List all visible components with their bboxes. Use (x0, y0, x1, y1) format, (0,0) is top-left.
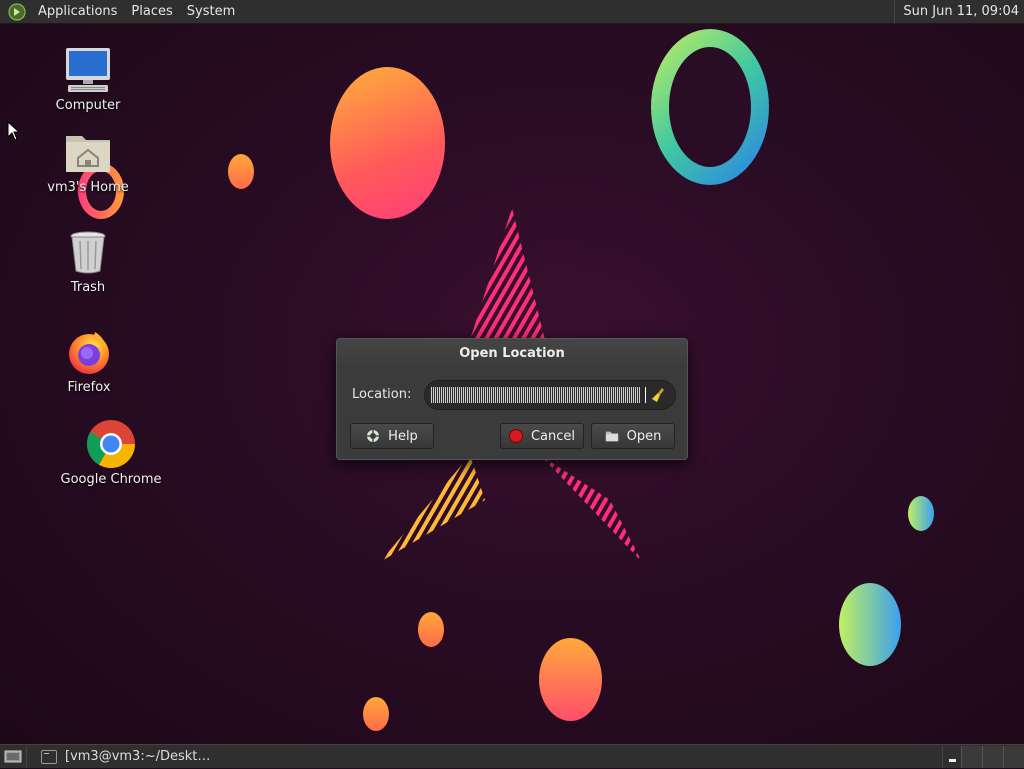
chrome-icon (85, 418, 137, 470)
open-button[interactable]: Open (591, 423, 675, 449)
menu-system[interactable]: System (180, 0, 242, 24)
open-folder-icon (605, 429, 619, 443)
show-desktop-icon (4, 750, 22, 762)
wallpaper-orange-ellipse (330, 67, 445, 219)
desktop-icon-firefox[interactable]: Firefox (29, 326, 149, 395)
menu-places[interactable]: Places (124, 0, 179, 24)
cancel-button[interactable]: Cancel (500, 423, 584, 449)
firefox-icon (63, 326, 115, 378)
dialog-title: Open Location (337, 339, 687, 369)
desktop-icon-chrome[interactable]: Google Chrome (51, 418, 171, 487)
cancel-stop-icon (508, 429, 523, 443)
mate-logo-icon[interactable] (7, 2, 27, 22)
mouse-pointer-icon (7, 121, 21, 141)
bottom-panel: [vm3@vm3:~/Deskt… (0, 744, 1024, 768)
workspace-1[interactable] (961, 746, 982, 768)
wallpaper-blue-large-ellipse (839, 583, 901, 666)
location-input[interactable] (431, 387, 641, 403)
wallpaper-blue-ellipse (908, 496, 934, 531)
location-field[interactable] (424, 380, 676, 410)
wallpaper-orange-tiny (363, 697, 389, 731)
desktop-icon-home[interactable]: vm3's Home (28, 126, 148, 195)
wallpaper-orange-small (418, 612, 444, 647)
clear-broom-icon[interactable] (651, 387, 667, 403)
wallpaper-gradient-ring (651, 29, 769, 185)
open-button-label: Open (626, 428, 662, 444)
desktop-icon-label: Firefox (67, 380, 111, 395)
show-desktop-button[interactable] (0, 745, 27, 768)
desktop-icon-label: Computer (55, 98, 121, 113)
workspace-3[interactable] (1003, 746, 1024, 768)
desktop-icon-trash[interactable]: Trash (28, 226, 148, 295)
taskbar-terminal-button[interactable]: [vm3@vm3:~/Deskt… (33, 746, 218, 768)
menu-applications[interactable]: Applications (31, 0, 124, 24)
clock[interactable]: Sun Jun 11, 09:04 (894, 0, 1019, 24)
desktop-icon-label: Google Chrome (60, 472, 162, 487)
wallpaper-orange-medium (539, 638, 602, 721)
desktop-icon-label: vm3's Home (47, 180, 129, 195)
text-cursor (645, 387, 646, 403)
workspace-2[interactable] (982, 746, 1003, 768)
system-tray (942, 745, 1024, 769)
cancel-button-label: Cancel (530, 428, 576, 444)
open-location-dialog: Open Location Location: Help Cancel Open (336, 338, 688, 460)
minimize-indicator-icon[interactable] (942, 746, 961, 768)
home-folder-icon (62, 126, 114, 178)
trash-icon (62, 226, 114, 278)
help-lifebuoy-icon (366, 429, 380, 443)
top-panel: Applications Places System Sun Jun 11, 0… (0, 0, 1024, 24)
terminal-icon (41, 749, 57, 764)
help-button-label: Help (388, 428, 418, 444)
wallpaper-small-ellipse (228, 154, 254, 189)
desktop-icon-label: Trash (70, 280, 106, 295)
location-label: Location: (352, 387, 412, 402)
computer-icon (62, 44, 114, 96)
desktop-icon-computer[interactable]: Computer (28, 44, 148, 113)
taskbar-terminal-label: [vm3@vm3:~/Deskt… (65, 749, 211, 764)
help-button[interactable]: Help (350, 423, 434, 449)
